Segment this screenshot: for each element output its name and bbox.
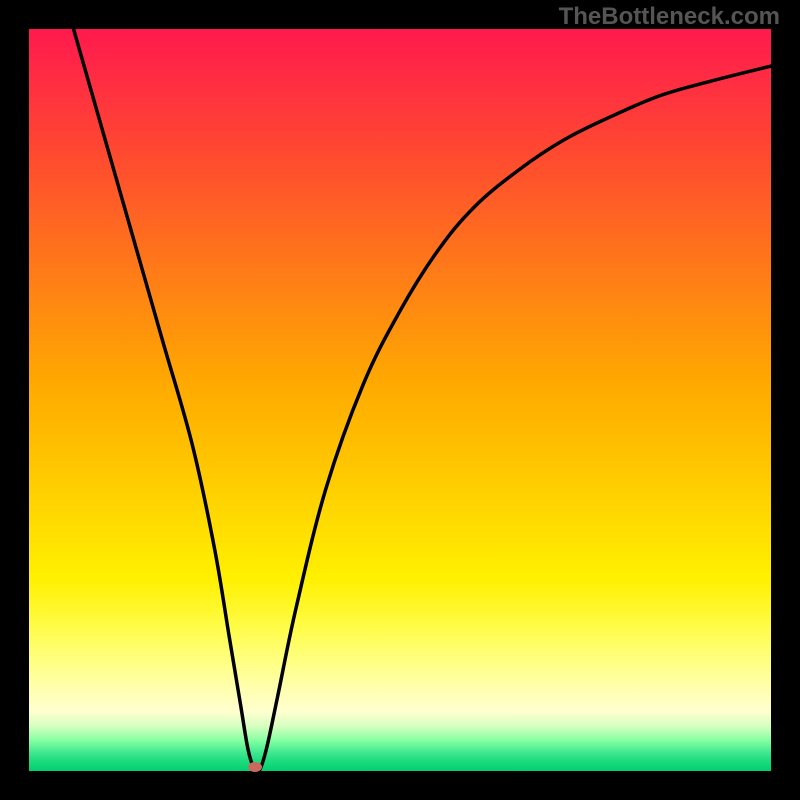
optimum-marker [248,762,262,772]
watermark-text: TheBottleneck.com [559,3,780,31]
curve-path [74,29,771,771]
chart-plot-area [29,29,771,771]
curve-svg [29,29,771,771]
